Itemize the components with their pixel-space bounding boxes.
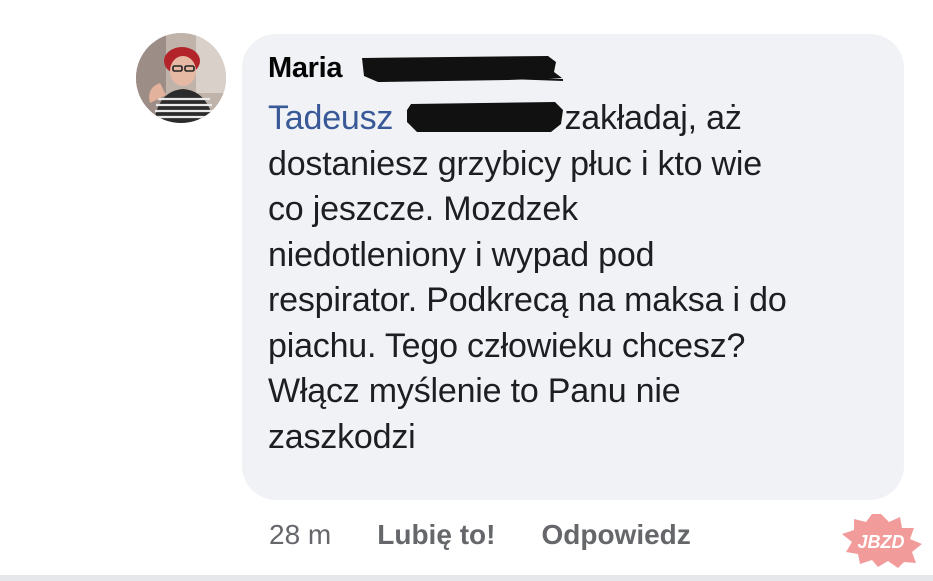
- comment-text: Tadeusz zakładaj, aż dostaniesz grzybicy…: [268, 96, 878, 460]
- comment-line-6: piachu. Tego człowieku chcesz?: [268, 326, 746, 365]
- reply-button[interactable]: Odpowiedz: [541, 519, 690, 551]
- comment-author-name[interactable]: Maria: [268, 52, 343, 85]
- redacted-mention-mark: [406, 102, 563, 132]
- comment-actions: 28 m Lubię to! Odpowiedz: [269, 515, 691, 555]
- author-avatar[interactable]: [136, 33, 226, 123]
- avatar-photo: [136, 33, 226, 123]
- comment-line-5: respirator. Podkrecą na maksa i do: [268, 281, 787, 319]
- comment-line-1: zakładaj, aż: [564, 99, 742, 137]
- bottom-divider: [0, 575, 933, 581]
- comment-line-7: Włącz myślenie to Panu nie: [268, 372, 681, 410]
- comment-timestamp[interactable]: 28 m: [269, 519, 331, 551]
- watermark-text: JBZD: [857, 532, 904, 552]
- comment-line-8: zaszkodzi: [268, 417, 416, 456]
- mention-link[interactable]: Tadeusz: [268, 99, 393, 137]
- comment-screenshot: Maria Tadeusz zakładaj, aż dostaniesz gr…: [0, 0, 933, 581]
- like-button[interactable]: Lubię to!: [377, 519, 495, 551]
- comment-line-2: dostaniesz grzybicy płuc i kto wie: [268, 144, 762, 183]
- jbzd-watermark-logo: JBZD: [842, 514, 922, 568]
- comment-line-4: niedotleniony i wypad pod: [268, 235, 655, 274]
- redacted-surname-mark: [362, 56, 564, 82]
- comment-line-3: co jeszcze. Mozdzek: [268, 190, 578, 228]
